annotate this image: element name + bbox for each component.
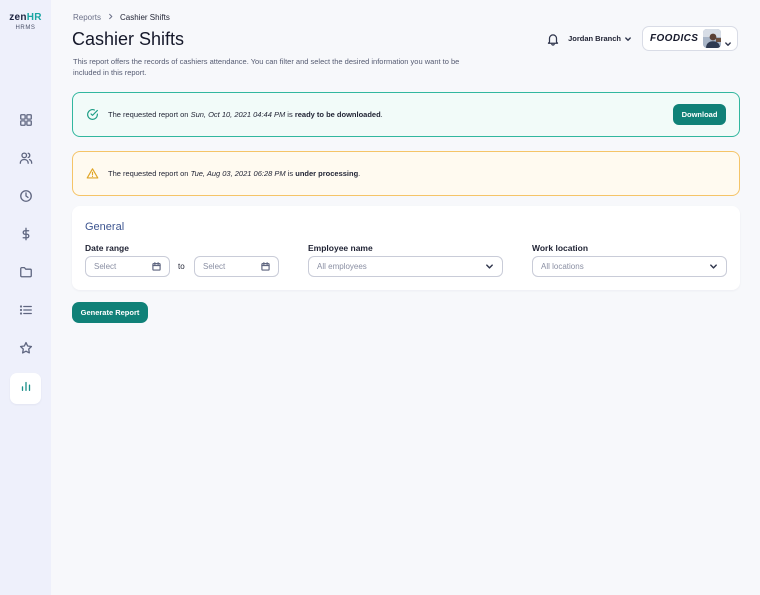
report-processing-date: Tue, Aug 03, 2021 06:28 PM	[190, 169, 286, 178]
warning-icon	[86, 167, 99, 180]
avatar	[703, 29, 721, 48]
sidebar-item-dashboard[interactable]	[10, 107, 41, 138]
date-from-placeholder: Select	[94, 262, 117, 271]
report-processing-alert: The requested report on Tue, Aug 03, 202…	[72, 151, 740, 196]
chevron-down-icon	[709, 262, 718, 271]
bar-chart-icon	[19, 379, 33, 398]
company-logo: FOODICS	[650, 33, 699, 44]
work-location-label: Work location	[532, 243, 589, 253]
report-ready-date: Sun, Oct 10, 2021 04:44 PM	[190, 110, 286, 119]
list-icon	[19, 303, 33, 322]
calendar-icon	[261, 262, 270, 271]
grid-icon	[19, 113, 33, 132]
sidebar-item-payroll[interactable]	[10, 221, 41, 252]
calendar-icon	[152, 262, 161, 271]
date-from-input[interactable]: Select	[85, 256, 170, 277]
sidebar: zenHR HRMS	[0, 0, 51, 595]
sidebar-item-reports[interactable]	[10, 373, 41, 404]
filters-card: General Date range Select to Select Empl…	[72, 206, 740, 290]
generate-report-button[interactable]: Generate Report	[72, 302, 148, 323]
sidebar-item-performance[interactable]	[10, 335, 41, 366]
location-select[interactable]: All locations	[532, 256, 727, 277]
user-name: Jordan Branch	[568, 34, 621, 43]
breadcrumb-reports-link[interactable]: Reports	[73, 13, 101, 22]
employee-select-value: All employees	[317, 262, 367, 271]
date-range-label: Date range	[85, 243, 129, 253]
location-select-value: All locations	[541, 262, 584, 271]
notification-bell-icon[interactable]	[546, 32, 560, 46]
report-processing-status: under processing	[295, 169, 359, 178]
chevron-right-icon	[109, 13, 113, 20]
company-switcher[interactable]: FOODICS	[642, 26, 738, 51]
chevron-down-icon	[724, 35, 732, 46]
breadcrumb-separator	[107, 13, 114, 22]
app-logo[interactable]: zenHR HRMS	[0, 12, 51, 31]
report-processing-message: The requested report on Tue, Aug 03, 202…	[108, 169, 361, 178]
dollar-icon	[19, 227, 33, 246]
date-to-placeholder: Select	[203, 262, 226, 271]
header-actions: Jordan Branch FOODICS	[546, 26, 738, 51]
user-menu[interactable]: Jordan Branch	[568, 34, 632, 43]
sidebar-item-employees[interactable]	[10, 145, 41, 176]
check-circle-icon	[86, 108, 99, 121]
sidebar-item-tasks[interactable]	[10, 297, 41, 328]
logo-subtitle: HRMS	[15, 25, 36, 31]
main-content: Reports Cashier Shifts Cashier Shifts Th…	[51, 0, 760, 595]
star-icon	[19, 341, 33, 360]
chevron-down-icon	[624, 35, 632, 43]
logo-accent: HR	[26, 12, 42, 23]
page-title: Cashier Shifts	[72, 29, 185, 49]
chevron-down-icon	[485, 262, 494, 271]
date-to-input[interactable]: Select	[194, 256, 279, 277]
folder-icon	[19, 265, 33, 284]
employee-select[interactable]: All employees	[308, 256, 503, 277]
report-ready-message: The requested report on Sun, Oct 10, 202…	[108, 110, 383, 119]
download-button[interactable]: Download	[673, 104, 726, 125]
sidebar-item-documents[interactable]	[10, 259, 41, 290]
date-range-to-label: to	[178, 262, 185, 271]
clock-icon	[19, 189, 33, 208]
report-ready-status: ready to be downloaded	[294, 110, 381, 119]
breadcrumb: Reports Cashier Shifts	[73, 13, 170, 22]
users-icon	[19, 151, 33, 170]
sidebar-item-attendance[interactable]	[10, 183, 41, 214]
employee-name-label: Employee name	[308, 243, 373, 253]
breadcrumb-current: Cashier Shifts	[120, 13, 170, 22]
section-title: General	[85, 221, 125, 233]
page-description: This report offers the records of cashie…	[73, 57, 460, 77]
report-ready-alert: The requested report on Sun, Oct 10, 202…	[72, 92, 740, 137]
logo-text: zen	[9, 12, 27, 23]
